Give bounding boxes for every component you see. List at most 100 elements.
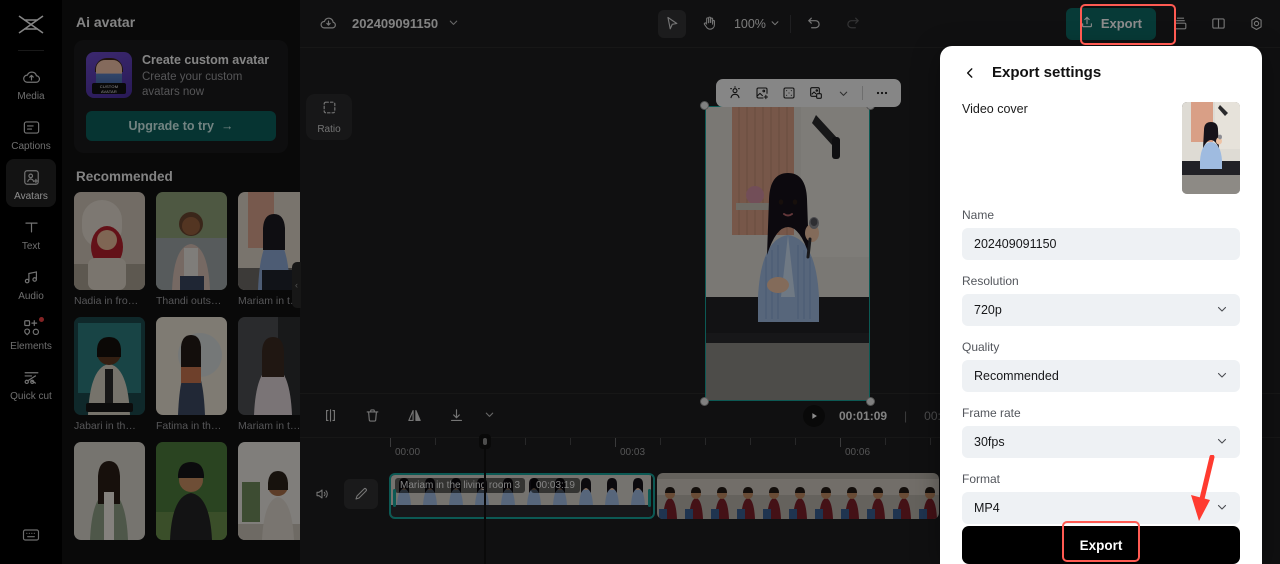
- avatar-card[interactable]: Mariam in t…: [238, 192, 300, 307]
- volume-icon[interactable]: [308, 480, 336, 508]
- keyboard-shortcuts-button[interactable]: [0, 524, 62, 546]
- toolbar-divider: [789, 14, 791, 33]
- avatars-panel: Ai avatar CUSTOM AVATAR Create custom av…: [62, 0, 300, 564]
- chevron-down-icon: [1216, 303, 1228, 318]
- create-custom-avatar-card[interactable]: CUSTOM AVATAR Create custom avatar Creat…: [74, 40, 288, 153]
- avatar-thumbnail: [156, 192, 227, 290]
- avatar-replace-icon[interactable]: [724, 82, 746, 104]
- avatar-card[interactable]: [74, 442, 145, 545]
- clip-trim-handle-left[interactable]: [393, 489, 396, 507]
- split-layout-icon[interactable]: [1204, 10, 1232, 38]
- cursor-select-tool[interactable]: [657, 9, 686, 38]
- redo-button[interactable]: [839, 10, 867, 38]
- upgrade-label: Upgrade to try: [128, 119, 214, 133]
- resize-handle-bottom-left[interactable]: [700, 397, 709, 406]
- resolution-select[interactable]: 720p: [962, 294, 1240, 326]
- chevron-down-icon[interactable]: [448, 17, 459, 31]
- app-root: Media Captions Avatars Text Audio Elemen…: [0, 0, 1280, 564]
- export-confirm-button[interactable]: Export: [962, 526, 1240, 564]
- undo-button[interactable]: [801, 10, 829, 38]
- capcut-logo-icon[interactable]: [11, 8, 51, 42]
- resize-handle-bottom-right[interactable]: [866, 397, 875, 406]
- sidebar-item-elements[interactable]: Elements: [6, 309, 56, 357]
- ruler-label: 00:00: [395, 447, 421, 458]
- more-options-icon[interactable]: [871, 82, 893, 104]
- playhead[interactable]: [479, 434, 491, 564]
- rail-divider: [18, 50, 44, 51]
- export-settings-panel: Export settings Video cover Name 2024090…: [940, 46, 1262, 564]
- avatar-thumbnail: [74, 192, 145, 290]
- avatar-card[interactable]: Mariam in t…: [238, 317, 300, 432]
- sidebar-item-avatars[interactable]: Avatars: [6, 159, 56, 207]
- avatar-card[interactable]: [238, 442, 300, 545]
- name-field-group: Name 202409091150: [962, 208, 1240, 260]
- frame-rate-value: 30fps: [974, 435, 1005, 449]
- ratio-button[interactable]: Ratio: [306, 94, 352, 140]
- hand-pan-tool[interactable]: [696, 10, 724, 38]
- clip-trim-handle-right[interactable]: [648, 489, 651, 507]
- frame-rate-select[interactable]: 30fps: [962, 426, 1240, 458]
- video-cover-row: Video cover: [962, 102, 1240, 194]
- avatar-thumbnail: [238, 442, 300, 540]
- sidebar-item-label: Captions: [11, 141, 51, 152]
- clip-thumbnail-strip: [657, 473, 939, 519]
- sidebar-item-captions[interactable]: Captions: [6, 109, 56, 157]
- upgrade-to-try-button[interactable]: Upgrade to try →: [86, 111, 276, 141]
- ruler-label: 00:06: [845, 447, 871, 458]
- panel-collapse-handle[interactable]: ‹: [292, 262, 301, 308]
- remove-background-icon[interactable]: [805, 82, 827, 104]
- avatar-card[interactable]: Fatima in th…: [156, 317, 227, 432]
- play-button[interactable]: [803, 404, 825, 427]
- preview-floating-toolbar: [716, 79, 901, 107]
- add-image-icon[interactable]: [751, 82, 773, 104]
- back-button[interactable]: [962, 65, 978, 81]
- keyboard-shortcuts-icon: [20, 524, 42, 546]
- resize-handle-top-left[interactable]: [700, 101, 709, 110]
- chevron-down-icon[interactable]: [832, 82, 854, 104]
- zoom-level-control[interactable]: 100%: [734, 17, 780, 31]
- timeline-clip-selected[interactable]: Mariam in the living room 3 00:03:19: [389, 473, 655, 519]
- export-confirm-label: Export: [1079, 537, 1123, 553]
- timeline-clip[interactable]: [657, 473, 939, 519]
- delete-clip-button[interactable]: [358, 402, 386, 430]
- cloud-save-icon[interactable]: [314, 10, 342, 38]
- sidebar-item-quick-cut[interactable]: Quick cut: [6, 359, 56, 407]
- timecode-separator: |: [904, 408, 908, 423]
- project-name[interactable]: 202409091150: [352, 16, 438, 31]
- custom-avatar-tag: CUSTOM AVATAR: [92, 83, 126, 94]
- quality-label: Quality: [962, 340, 1000, 354]
- split-clip-button[interactable]: [316, 402, 344, 430]
- sidebar-item-text[interactable]: Text: [6, 209, 56, 257]
- download-clip-button[interactable]: [442, 402, 470, 430]
- avatar-thumbnail: [74, 317, 145, 415]
- layers-icon[interactable]: [1166, 10, 1194, 38]
- settings-gear-icon[interactable]: [1242, 10, 1270, 38]
- video-preview[interactable]: [700, 79, 901, 406]
- avatar-thumbnail: [74, 442, 145, 540]
- name-input[interactable]: 202409091150: [962, 228, 1240, 260]
- avatar-card[interactable]: Nadia in fro…: [74, 192, 145, 307]
- playhead-knob[interactable]: [479, 434, 491, 449]
- avatar-card-label: Mariam in t…: [238, 295, 300, 307]
- sidebar-item-audio[interactable]: Audio: [6, 259, 56, 307]
- avatar-card[interactable]: Thandi outs…: [156, 192, 227, 307]
- captions-icon: [20, 116, 42, 138]
- avatar-card[interactable]: [156, 442, 227, 545]
- chevron-down-icon[interactable]: [484, 409, 495, 423]
- current-timecode: 00:01:09: [839, 408, 888, 423]
- clip-duration-label: 00:03:19: [531, 478, 580, 493]
- quality-select[interactable]: Recommended: [962, 360, 1240, 392]
- edit-track-button[interactable]: [344, 479, 378, 509]
- cloud-upload-icon: [20, 66, 42, 88]
- sidebar-item-media[interactable]: Media: [6, 59, 56, 107]
- promo-subtext: Create your custom avatars now: [142, 71, 243, 98]
- video-cover-thumbnail[interactable]: [1182, 102, 1240, 194]
- format-select[interactable]: MP4: [962, 492, 1240, 524]
- format-value: MP4: [974, 501, 1000, 515]
- mirror-clip-button[interactable]: [400, 402, 428, 430]
- toolbar-divider: [862, 86, 863, 100]
- avatar-card[interactable]: Jabari in th…: [74, 317, 145, 432]
- crop-icon[interactable]: [778, 82, 800, 104]
- new-badge-dot: [39, 317, 44, 322]
- export-button[interactable]: Export: [1065, 7, 1157, 40]
